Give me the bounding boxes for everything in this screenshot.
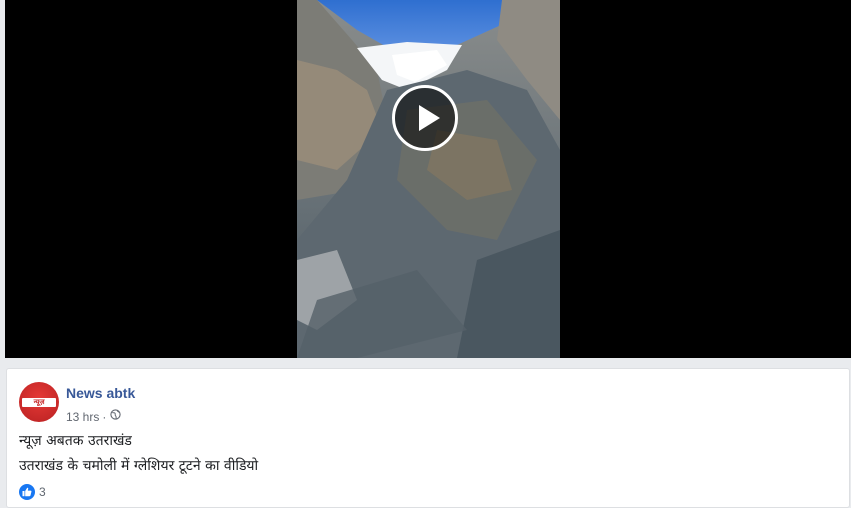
post-text-line-1: न्यूज़ अबतक उतराखंड (19, 433, 132, 449)
like-icon (19, 484, 35, 500)
meta-separator: · (102, 410, 107, 424)
post-text-line-2: उतराखंड के चमोली में ग्लेशियर टूटने का व… (19, 458, 259, 474)
mountain-scene-image (297, 0, 560, 358)
like-count: 3 (39, 485, 46, 499)
timestamp-link[interactable]: 13 hrs (66, 410, 99, 424)
post-meta: 13 hrs · (66, 408, 122, 424)
play-icon (419, 105, 440, 131)
video-player[interactable] (5, 0, 851, 358)
page-name-link[interactable]: News abtk (66, 385, 135, 401)
avatar[interactable]: न्यूज़ (19, 382, 59, 422)
globe-icon[interactable] (110, 408, 122, 420)
play-button[interactable] (392, 85, 458, 151)
video-thumbnail (297, 0, 560, 358)
reactions-summary[interactable]: 3 (19, 484, 46, 500)
avatar-logo-text: न्यूज़ (33, 399, 45, 406)
post-card: न्यूज़ News abtk 13 hrs · न्यूज़ अबतक उत… (6, 368, 850, 508)
